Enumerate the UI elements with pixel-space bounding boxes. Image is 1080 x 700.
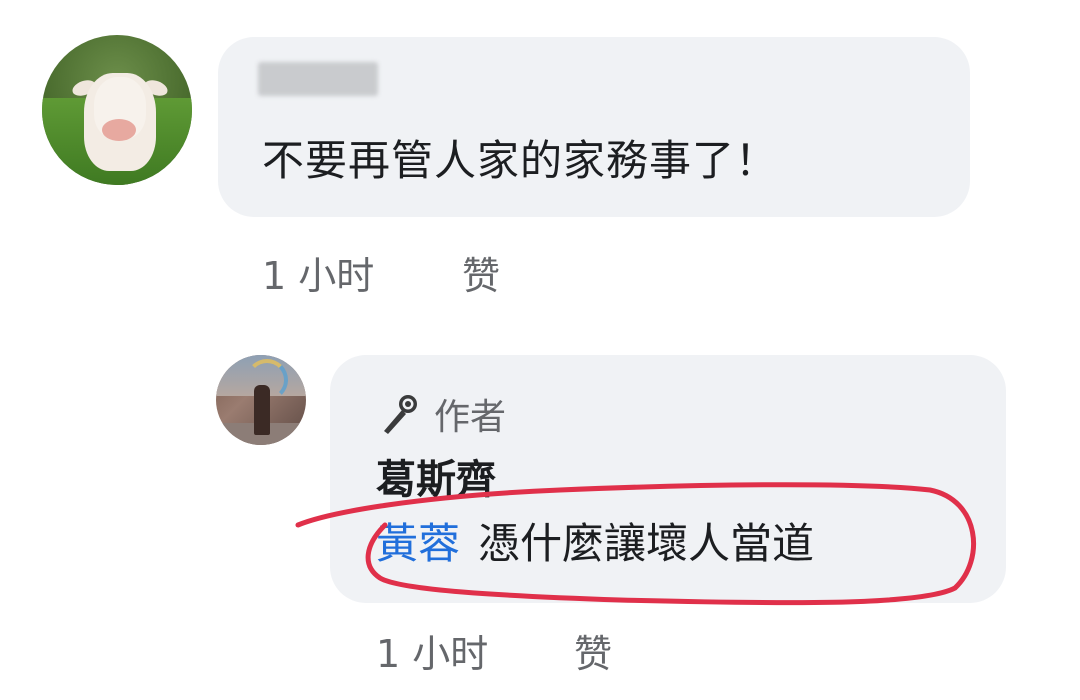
author-badge-label: 作者 bbox=[434, 397, 507, 438]
avatar-person bbox=[254, 385, 270, 435]
reply-timestamp[interactable]: 1 小时 bbox=[376, 623, 488, 678]
reply-author-name[interactable]: 葛斯齊 bbox=[376, 447, 496, 505]
comment-text: 不要再管人家的家務事了！ bbox=[262, 136, 779, 185]
commenter-avatar[interactable] bbox=[42, 35, 192, 185]
commenter-name-blurred[interactable] bbox=[258, 62, 378, 96]
author-badge: 作者 bbox=[376, 388, 506, 440]
comment-timestamp[interactable]: 1 小时 bbox=[262, 245, 374, 300]
reply-text: 憑什麼讓壞人當道 bbox=[478, 519, 815, 568]
reply-author-avatar[interactable] bbox=[216, 355, 306, 445]
cow-nose bbox=[102, 119, 136, 141]
reply-like-button[interactable]: 赞 bbox=[574, 623, 612, 678]
comment-like-button[interactable]: 赞 bbox=[462, 245, 500, 300]
mention-link[interactable]: 黃蓉 bbox=[376, 519, 460, 568]
reply-text-line: 黃蓉 憑什麼讓壞人當道 bbox=[376, 515, 814, 573]
microphone-icon bbox=[376, 391, 422, 437]
